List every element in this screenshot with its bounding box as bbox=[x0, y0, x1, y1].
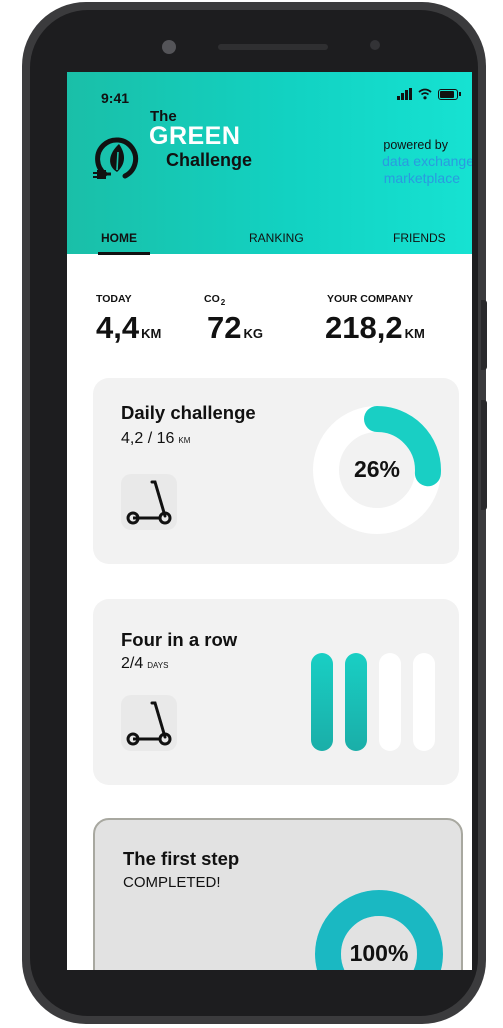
tab-ranking[interactable]: RANKING bbox=[249, 231, 304, 245]
power-button bbox=[481, 400, 487, 510]
today-stat: 4,4 KM bbox=[96, 310, 161, 346]
powered-by-text: powered by bbox=[383, 138, 448, 152]
card-progress-unit: KM bbox=[178, 436, 191, 445]
co2-unit: KG bbox=[243, 326, 263, 341]
day-bar-4 bbox=[413, 653, 435, 751]
battery-icon bbox=[438, 88, 461, 100]
card-progress: 4,2 / 16 KM bbox=[121, 430, 190, 448]
card-progress-unit: DAYS bbox=[147, 661, 169, 670]
status-time: 9:41 bbox=[101, 90, 130, 106]
co2-label: CO2 bbox=[204, 293, 226, 307]
card-progress: 2/4 DAYS bbox=[121, 655, 168, 673]
daily-percent-label: 26% bbox=[353, 456, 401, 482]
day-bar-1 bbox=[311, 653, 333, 751]
company-value: 218,2 bbox=[325, 310, 403, 345]
volume-button bbox=[481, 300, 487, 370]
brand-green: GREEN bbox=[149, 122, 241, 150]
wifi-icon bbox=[418, 88, 432, 100]
brand-challenge: Challenge bbox=[166, 150, 253, 170]
app-screen: 9:41 The GREEN Challenge powered by data… bbox=[67, 72, 472, 970]
card-progress-text: 4,2 / 16 bbox=[121, 430, 175, 447]
today-unit: KM bbox=[141, 326, 162, 341]
status-icons bbox=[397, 88, 461, 100]
active-tab-indicator bbox=[98, 252, 150, 255]
card-status: COMPLETED! bbox=[123, 874, 221, 891]
card-title: The first step bbox=[123, 848, 240, 869]
co2-stat: 72 KG bbox=[207, 310, 263, 346]
today-label: TODAY bbox=[96, 293, 132, 305]
tab-friends[interactable]: FRIENDS bbox=[393, 231, 446, 245]
partner-name-line2: marketplace bbox=[383, 170, 460, 186]
scooter-icon bbox=[121, 474, 177, 530]
company-stat: 218,2 KM bbox=[325, 310, 425, 346]
day-bar-2 bbox=[345, 653, 367, 751]
company-label: YOUR COMPANY bbox=[327, 293, 414, 305]
daily-challenge-card[interactable]: Daily challenge 4,2 / 16 KM 26% bbox=[93, 378, 459, 564]
today-value: 4,4 bbox=[96, 310, 140, 345]
partner-name-line1: data exchange bbox=[382, 153, 472, 169]
card-title: Four in a row bbox=[121, 629, 238, 650]
signal-icon bbox=[397, 88, 412, 100]
speaker-grille bbox=[218, 44, 328, 50]
scooter-icon bbox=[121, 695, 177, 751]
first-step-card[interactable]: The first step COMPLETED! 100% bbox=[93, 818, 463, 970]
app-header: 9:41 The GREEN Challenge powered by data… bbox=[67, 72, 472, 255]
co2-subscript: 2 bbox=[220, 298, 226, 307]
leaf-plug-logo-icon bbox=[93, 137, 139, 179]
tab-home[interactable]: HOME bbox=[101, 231, 137, 245]
day-bar-3 bbox=[379, 653, 401, 751]
camera-icon bbox=[162, 40, 176, 54]
card-progress-text: 2/4 bbox=[121, 655, 144, 672]
card-title: Daily challenge bbox=[121, 402, 256, 423]
sensor-icon bbox=[370, 40, 380, 50]
co2-label-text: CO bbox=[204, 293, 220, 305]
first-step-percent-label: 100% bbox=[349, 940, 409, 966]
four-in-a-row-card[interactable]: Four in a row 2/4 DAYS bbox=[93, 599, 459, 785]
company-unit: KM bbox=[404, 326, 425, 341]
co2-value: 72 bbox=[207, 310, 242, 345]
